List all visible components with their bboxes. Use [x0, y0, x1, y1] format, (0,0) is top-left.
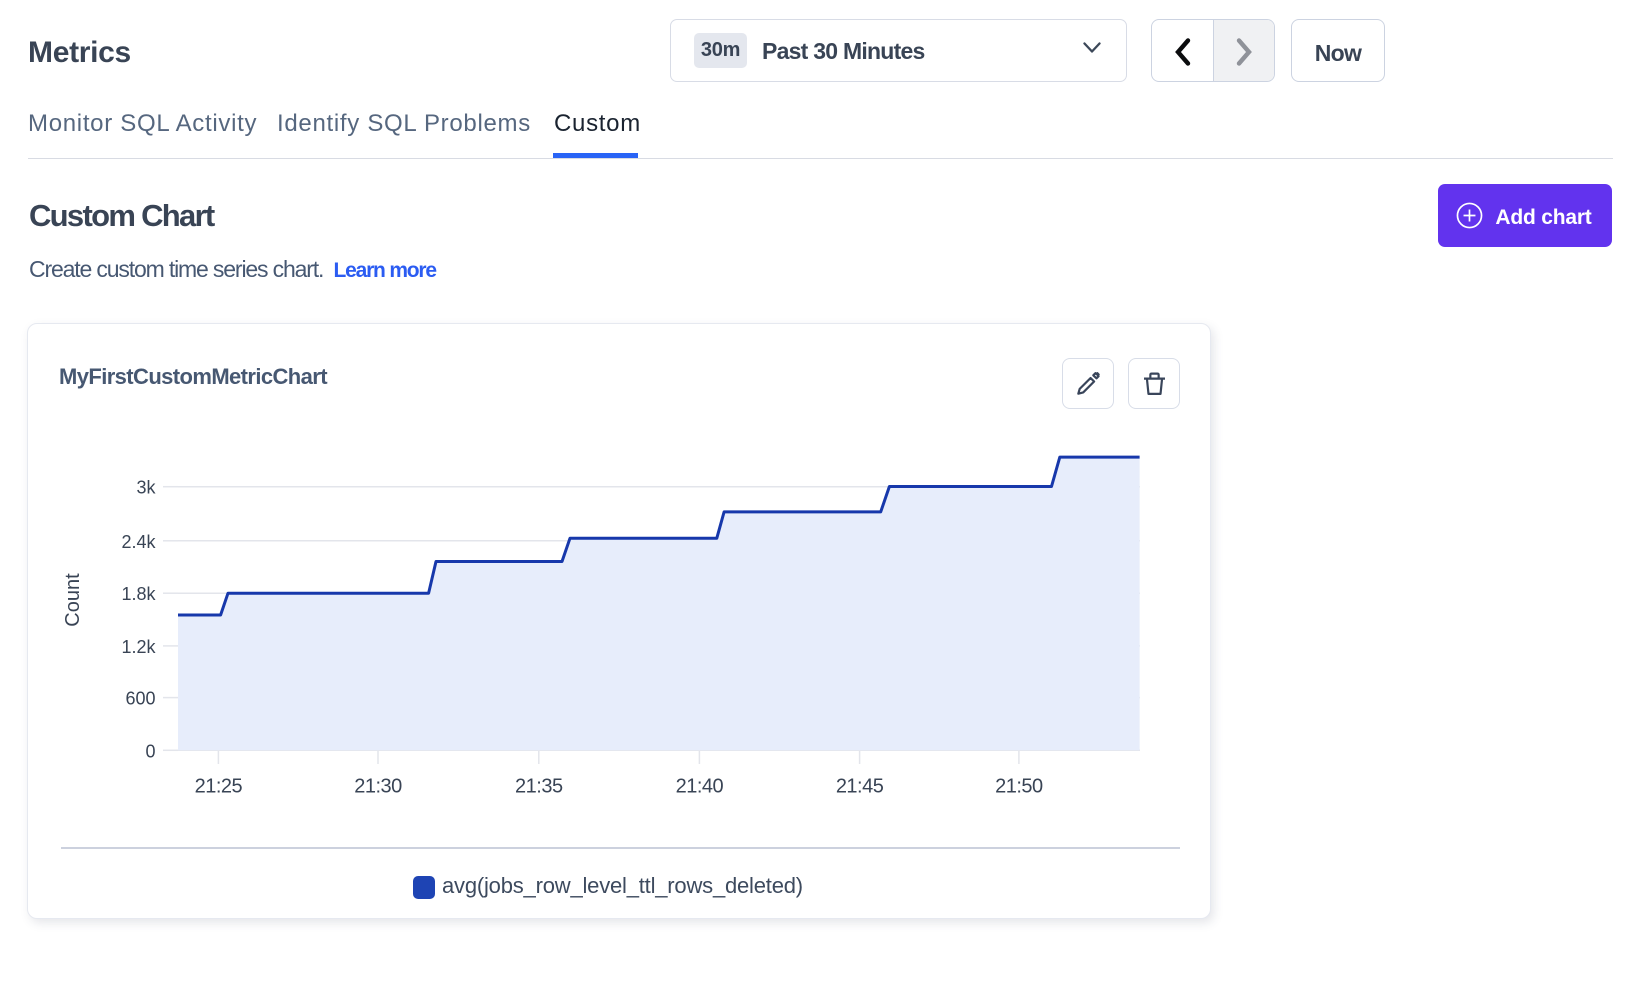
svg-text:21:45: 21:45 [836, 776, 884, 798]
svg-text:1.8k: 1.8k [121, 584, 156, 604]
svg-text:600: 600 [125, 689, 155, 709]
svg-text:3k: 3k [136, 478, 156, 498]
svg-text:21:40: 21:40 [676, 776, 724, 798]
svg-text:21:50: 21:50 [995, 776, 1043, 798]
svg-text:21:25: 21:25 [195, 776, 243, 798]
svg-text:2.4k: 2.4k [121, 532, 156, 552]
svg-text:0: 0 [145, 741, 155, 761]
svg-text:1.2k: 1.2k [121, 637, 156, 657]
svg-text:21:30: 21:30 [354, 776, 402, 798]
svg-text:Count: Count [62, 573, 84, 627]
svg-text:21:35: 21:35 [515, 776, 563, 798]
